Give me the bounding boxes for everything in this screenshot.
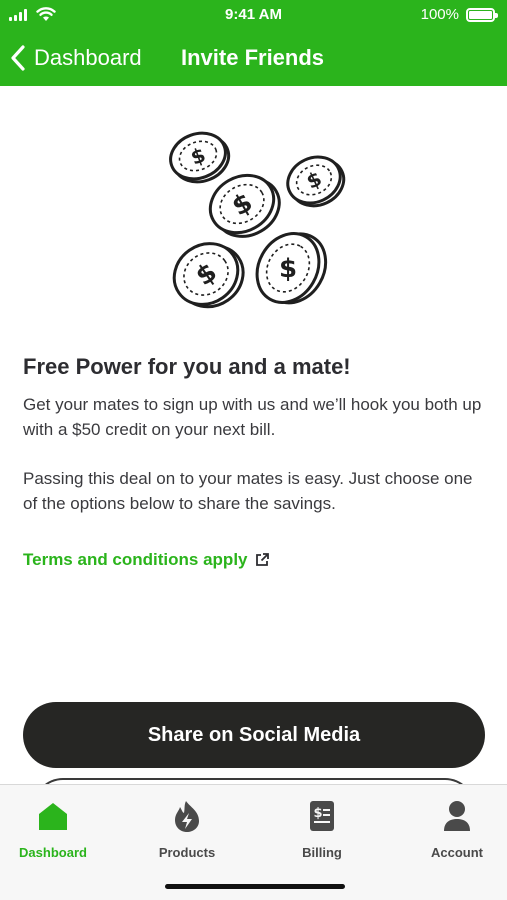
share-social-media-button[interactable]: Share on Social Media (23, 702, 485, 768)
app-header: 9:41 AM 100% Dashboard Invite Friends (0, 0, 507, 86)
tab-account-label: Account (431, 845, 483, 860)
svg-text:$: $ (313, 806, 322, 821)
terms-link[interactable]: Terms and conditions apply (23, 550, 270, 570)
home-icon (39, 803, 67, 830)
tab-bar: Dashboard Products $ Billing Account (0, 784, 507, 900)
tab-dashboard[interactable]: Dashboard (0, 799, 108, 860)
chevron-left-icon (11, 45, 25, 71)
bill-icon: $ (310, 801, 334, 831)
invite-headline: Free Power for you and a mate! (23, 354, 351, 379)
battery-icon (466, 8, 498, 22)
tab-dashboard-label: Dashboard (19, 845, 87, 860)
tab-account[interactable]: Account (402, 799, 507, 860)
invite-content: Free Power for you and a mate! Get your … (23, 352, 485, 516)
tab-products[interactable]: Products (132, 799, 242, 860)
page-title: Invite Friends (181, 45, 325, 70)
tab-billing[interactable]: $ Billing (267, 799, 377, 860)
flame-bolt-icon (175, 801, 199, 832)
terms-link-label: Terms and conditions apply (23, 550, 248, 569)
tab-products-label: Products (158, 845, 216, 860)
back-button-label: Dashboard (34, 45, 142, 70)
person-icon (444, 801, 470, 831)
external-link-icon (255, 553, 269, 566)
tab-billing-label: Billing (302, 845, 342, 860)
battery-percentage: 100% (420, 6, 459, 23)
back-button[interactable]: Dashboard (10, 38, 142, 78)
coins-illustration: $ $ $ $ $ (169, 131, 346, 309)
navigation-bar: Dashboard Invite Friends (0, 38, 507, 78)
invite-instructions: Passing this deal on to your mates is ea… (23, 469, 473, 513)
invite-description: Get your mates to sign up with us and we… (23, 395, 482, 439)
svg-text:$: $ (279, 254, 297, 284)
status-bar: 9:41 AM 100% (0, 0, 507, 30)
home-indicator (165, 884, 345, 889)
